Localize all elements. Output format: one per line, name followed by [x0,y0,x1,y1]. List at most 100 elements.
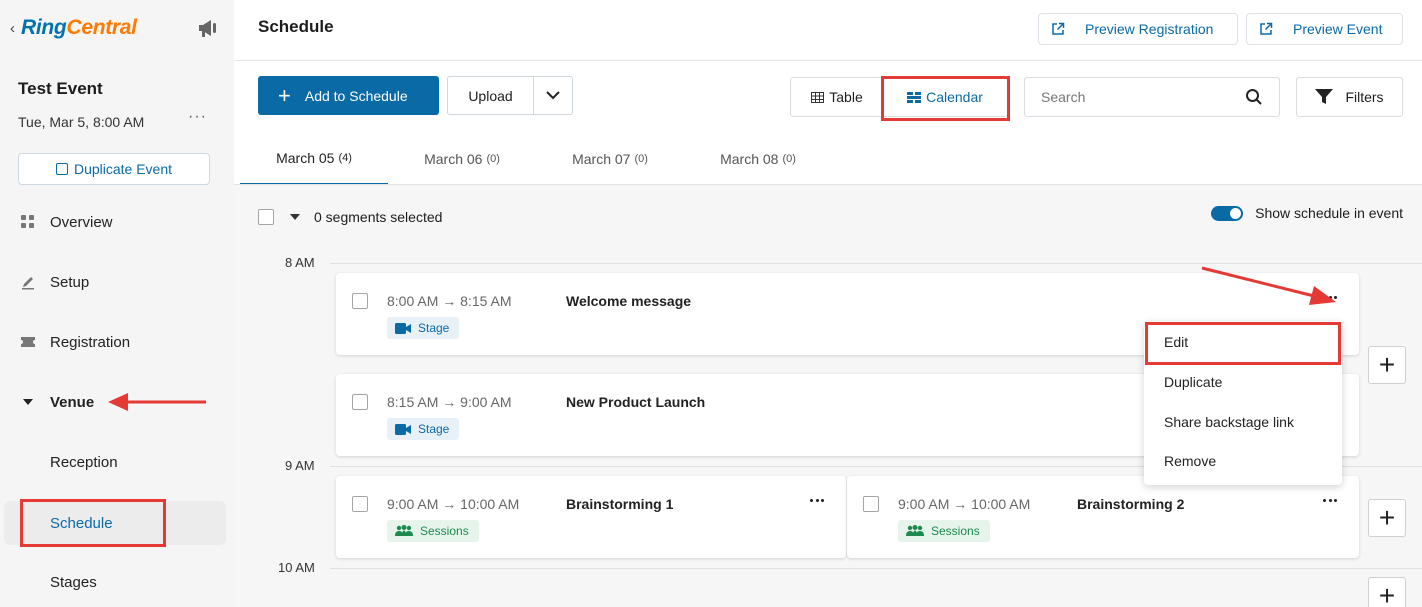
event-more-icon[interactable]: ··· [188,108,207,126]
menu-item-edit[interactable]: Edit [1164,334,1188,350]
filters-label: Filters [1345,89,1384,105]
segment-time: 8:00 AM → 8:15 AM [387,293,512,309]
video-camera-icon [395,322,411,334]
select-all-checkbox[interactable] [258,209,274,225]
segment-type-badge: Stage [387,418,460,440]
preview-event-button[interactable]: Preview Event [1246,13,1403,45]
brand[interactable]: ‹ RingCentral [10,14,137,42]
event-title: Test Event [18,79,103,98]
hour-label: 10 AM [278,560,315,575]
filters-button[interactable]: Filters [1296,77,1403,117]
chevron-down-icon [546,91,560,100]
duplicate-event-label: Duplicate Event [73,161,173,177]
header-divider [234,60,1422,61]
preview-event-label: Preview Event [1293,21,1383,37]
preview-registration-button[interactable]: Preview Registration [1038,13,1238,45]
view-table-button[interactable]: Table [791,78,883,116]
segment-title: Brainstorming 1 [566,496,674,512]
sidebar-item-stages[interactable]: Stages [0,562,234,602]
segment-time: 9:00 AM → 10:00 AM [898,496,1031,512]
more-options-icon[interactable] [1323,499,1337,503]
view-calendar-label: Calendar [926,89,983,105]
preview-registration-label: Preview Registration [1085,21,1214,37]
show-schedule-toggle[interactable] [1211,205,1244,221]
segment-title: Welcome message [566,293,692,309]
add-segment-button[interactable]: + [1368,577,1406,607]
segment-card[interactable]: 9:00 AM → 10:00 AM Brainstorming 1 Sessi… [336,476,846,558]
view-calendar-button[interactable]: Calendar [883,78,1007,116]
date-tabs: March 05 (4) March 06 (0) March 07 (0) Marc… [240,132,832,185]
megaphone-icon[interactable] [196,17,220,39]
calendar-area: 0 segments selected Show schedule in eve… [234,185,1422,607]
select-dropdown-icon[interactable] [290,214,300,220]
add-to-schedule-label: Add to Schedule [304,87,408,104]
add-to-schedule-button[interactable]: + Add to Schedule [258,76,439,115]
more-options-icon[interactable] [810,499,824,503]
duplicate-event-button[interactable]: Duplicate Event [18,153,210,185]
back-chevron-icon[interactable]: ‹ [10,20,15,37]
table-icon [811,91,825,103]
segment-checkbox[interactable] [352,394,368,410]
menu-item-share-backstage-link[interactable]: Share backstage link [1164,414,1294,430]
show-schedule-row: Show schedule in event [1211,205,1403,221]
menu-item-remove[interactable]: Remove [1164,453,1216,469]
video-camera-icon [395,423,411,435]
main-content: Schedule Preview Registration Preview Ev… [234,0,1422,607]
sidebar-item-label: Venue [50,393,95,411]
calendar-view-icon [907,91,922,103]
sidebar-item-reception[interactable]: Reception [0,442,234,482]
hour-line [330,263,1422,264]
people-group-icon [395,525,413,536]
external-link-icon [1052,22,1065,35]
segment-card[interactable]: 9:00 AM → 10:00 AM Brainstorming 2 Sessi… [847,476,1359,558]
search-box [1024,77,1280,117]
segments-selected-text: 0 segments selected [314,209,443,225]
segment-type-badge: Sessions [387,520,479,542]
grid-icon [20,214,36,230]
add-segment-button[interactable]: + [1368,499,1406,537]
sidebar-item-overview[interactable]: Overview [0,202,234,242]
show-schedule-label: Show schedule in event [1255,205,1403,221]
segment-time: 9:00 AM → 10:00 AM [387,496,520,512]
sidebar: ‹ RingCentral Test Event Tue, Mar 5, 8:0… [0,0,234,607]
caret-down-icon [20,394,36,410]
sidebar-item-label: Schedule [50,514,113,532]
add-segment-button[interactable]: + [1368,346,1406,384]
tab-march-07[interactable]: March 07 (0) [536,132,684,185]
sidebar-item-setup[interactable]: Setup [0,262,234,302]
tab-march-06[interactable]: March 06 (0) [388,132,536,185]
segment-type-badge: Stage [387,317,460,339]
hour-line [330,568,1422,569]
sidebar-item-schedule[interactable]: Schedule [4,501,226,545]
ringcentral-logo: RingCentral [21,16,137,39]
sidebar-item-label: Overview [50,213,113,231]
menu-item-duplicate[interactable]: Duplicate [1164,374,1222,390]
more-options-icon[interactable] [1323,296,1337,300]
upload-button[interactable]: Upload [448,77,534,114]
external-link-icon [1260,22,1273,35]
tab-march-05[interactable]: March 05 (4) [240,132,388,185]
ticket-icon [20,334,36,350]
sidebar-item-registration[interactable]: Registration [0,322,234,362]
search-icon[interactable] [1245,88,1263,106]
upload-dropdown-button[interactable] [534,77,572,114]
segment-checkbox[interactable] [863,496,879,512]
segment-type-badge: Sessions [898,520,990,542]
sidebar-item-venue[interactable]: Venue [0,382,234,422]
event-date: Tue, Mar 5, 8:00 AM [18,114,145,130]
sidebar-item-label: Setup [50,273,90,291]
search-input[interactable] [1025,89,1235,105]
pencil-icon [20,274,36,290]
tab-march-08[interactable]: March 08 (0) [684,132,832,185]
segment-checkbox[interactable] [352,293,368,309]
selection-row: 0 segments selected [258,209,442,225]
segment-title: New Product Launch [566,394,706,410]
people-group-icon [906,525,924,536]
hour-label: 9 AM [285,458,315,473]
sidebar-item-label: Stages [50,573,97,591]
hour-label: 8 AM [285,255,315,270]
sidebar-item-label: Reception [50,453,118,471]
segment-title: Brainstorming 2 [1077,496,1185,512]
segment-checkbox[interactable] [352,496,368,512]
upload-button-group: Upload [447,76,573,115]
